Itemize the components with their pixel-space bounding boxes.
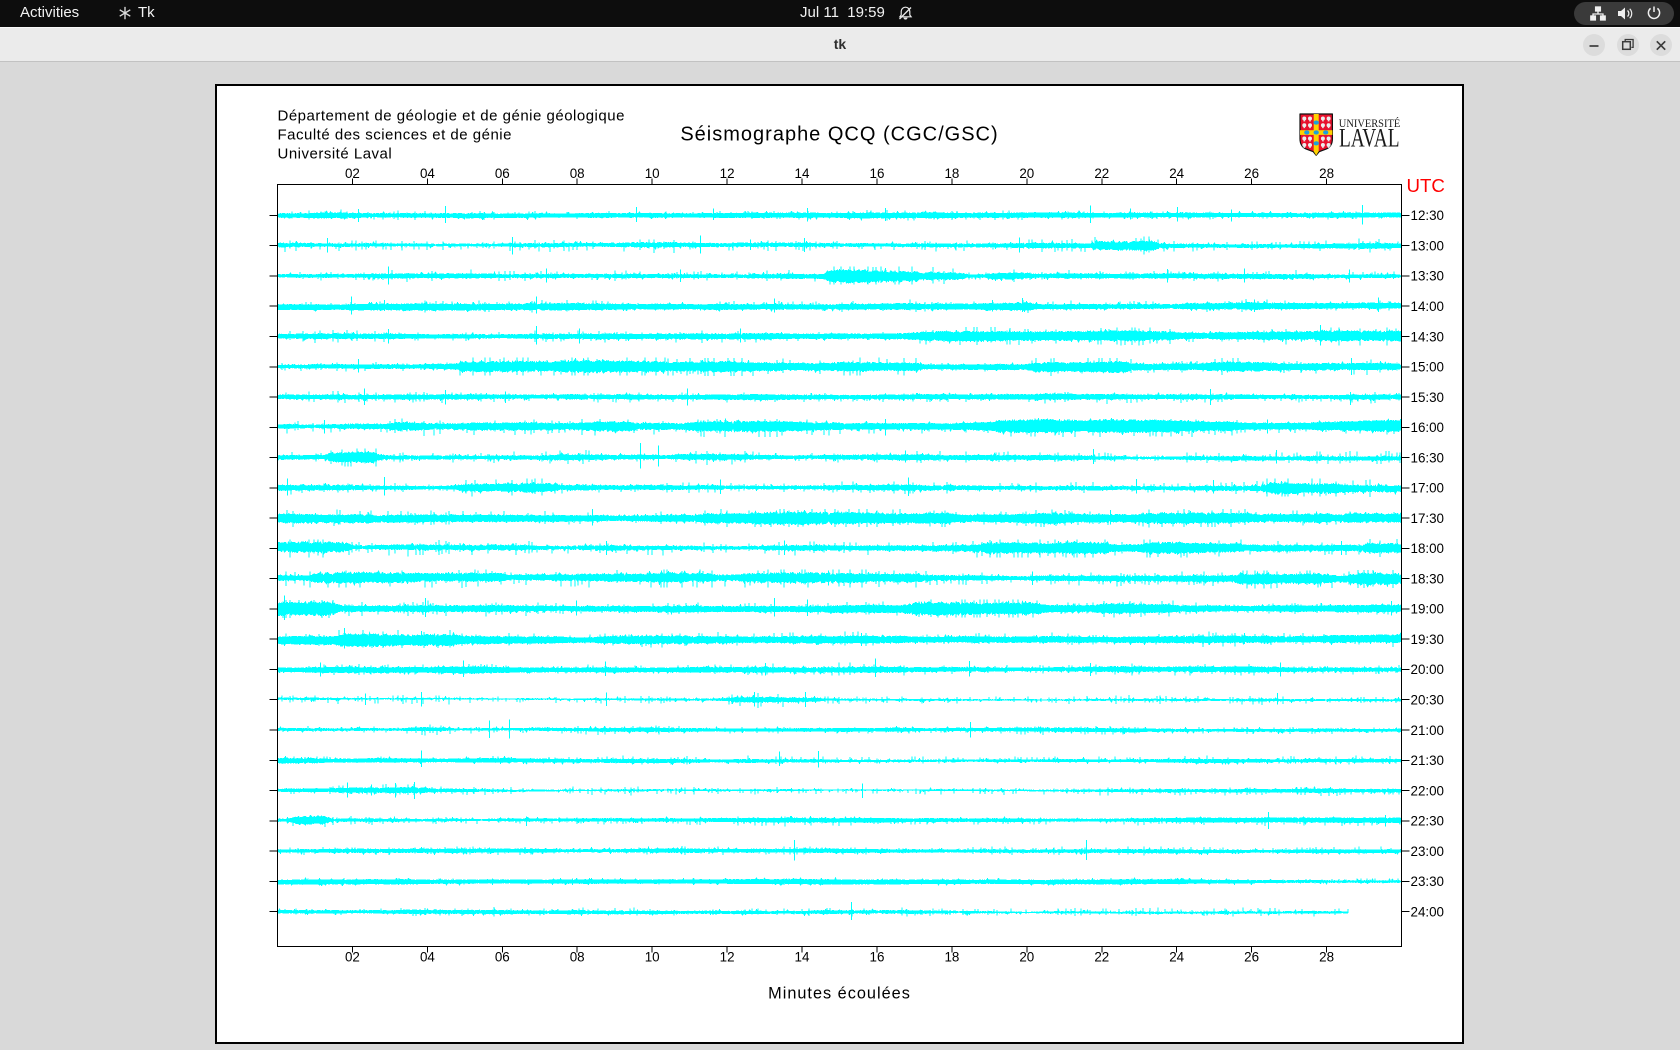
svg-text:LAVAL: LAVAL [1339, 124, 1400, 153]
svg-text:22: 22 [1094, 950, 1109, 965]
svg-text:13:30: 13:30 [1411, 269, 1445, 284]
svg-text:24: 24 [1169, 166, 1184, 181]
svg-text:02: 02 [345, 166, 360, 181]
svg-text:26: 26 [1244, 166, 1259, 181]
svg-text:17:30: 17:30 [1411, 511, 1445, 526]
svg-text:18:00: 18:00 [1411, 541, 1445, 556]
svg-text:10: 10 [645, 166, 660, 181]
svg-text:15:00: 15:00 [1411, 360, 1445, 375]
svg-text:12: 12 [720, 166, 735, 181]
svg-text:22: 22 [1094, 166, 1109, 181]
svg-text:18: 18 [944, 166, 959, 181]
svg-text:20:00: 20:00 [1411, 662, 1445, 677]
svg-text:22:00: 22:00 [1411, 783, 1445, 798]
svg-text:16:30: 16:30 [1411, 450, 1445, 465]
svg-text:08: 08 [570, 950, 585, 965]
svg-text:Séismographe QCQ (CGC/GSC): Séismographe QCQ (CGC/GSC) [680, 124, 998, 146]
svg-text:20: 20 [1019, 166, 1034, 181]
svg-text:21:30: 21:30 [1411, 753, 1445, 768]
svg-text:Département de géologie et de: Département de géologie et de génie géol… [278, 108, 625, 125]
svg-text:14:30: 14:30 [1411, 329, 1445, 344]
svg-text:Minutes écoulées: Minutes écoulées [768, 985, 911, 1003]
svg-text:Faculté des sciences et de gén: Faculté des sciences et de génie [278, 127, 512, 144]
svg-text:16: 16 [870, 166, 885, 181]
svg-text:13:00: 13:00 [1411, 239, 1445, 254]
svg-text:28: 28 [1319, 166, 1334, 181]
svg-text:06: 06 [495, 950, 510, 965]
svg-text:08: 08 [570, 166, 585, 181]
svg-text:23:30: 23:30 [1411, 874, 1445, 889]
svg-text:20: 20 [1019, 950, 1034, 965]
svg-text:14:00: 14:00 [1411, 299, 1445, 314]
svg-text:26: 26 [1244, 950, 1259, 965]
svg-text:20:30: 20:30 [1411, 693, 1445, 708]
svg-text:12:30: 12:30 [1411, 208, 1445, 223]
svg-text:14: 14 [795, 166, 810, 181]
svg-text:24: 24 [1169, 950, 1184, 965]
svg-text:04: 04 [420, 950, 435, 965]
svg-text:04: 04 [420, 166, 435, 181]
svg-text:UTC: UTC [1407, 175, 1445, 196]
svg-text:18:30: 18:30 [1411, 571, 1445, 586]
svg-text:23:00: 23:00 [1411, 844, 1445, 859]
svg-text:18: 18 [944, 950, 959, 965]
svg-text:14: 14 [795, 950, 810, 965]
svg-text:19:00: 19:00 [1411, 602, 1445, 617]
svg-text:12: 12 [720, 950, 735, 965]
svg-text:16:00: 16:00 [1411, 420, 1445, 435]
svg-text:02: 02 [345, 950, 360, 965]
svg-text:10: 10 [645, 950, 660, 965]
svg-text:Université Laval: Université Laval [278, 146, 393, 163]
svg-text:24:00: 24:00 [1411, 904, 1445, 919]
svg-text:19:30: 19:30 [1411, 632, 1445, 647]
svg-text:17:00: 17:00 [1411, 481, 1445, 496]
svg-text:28: 28 [1319, 950, 1334, 965]
svg-text:15:30: 15:30 [1411, 390, 1445, 405]
svg-text:06: 06 [495, 166, 510, 181]
svg-text:16: 16 [870, 950, 885, 965]
svg-text:21:00: 21:00 [1411, 723, 1445, 738]
svg-text:22:30: 22:30 [1411, 814, 1445, 829]
